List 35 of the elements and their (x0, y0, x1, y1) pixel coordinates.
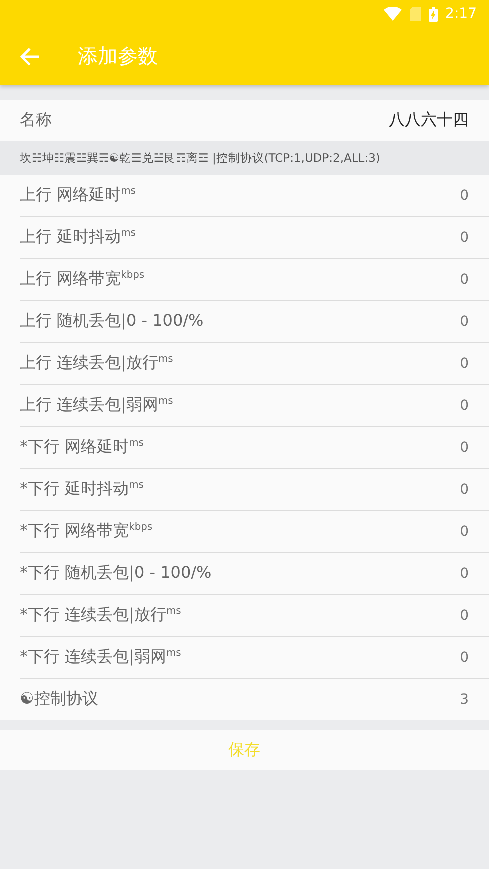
param-value[interactable]: 3 (460, 692, 469, 708)
param-value[interactable]: 0 (460, 356, 469, 372)
param-value[interactable]: 0 (460, 398, 469, 414)
no-sim-icon (410, 7, 421, 21)
param-value[interactable]: 0 (460, 188, 469, 204)
name-value[interactable]: 八八六十四 (389, 110, 469, 131)
param-label: 上行 网络带宽$^{kbps}$ (20, 269, 145, 290)
param-label: 上行 连续丢包|弱网$^{ms}$ (20, 395, 174, 416)
wifi-icon (384, 7, 402, 21)
param-value[interactable]: 0 (460, 314, 469, 330)
back-button[interactable] (20, 48, 40, 66)
param-label: *下行 延时抖动$^{ms}$ (20, 479, 144, 500)
param-value[interactable]: 0 (460, 524, 469, 540)
param-label: *下行 网络带宽$^{kbps}$ (20, 521, 153, 542)
param-label: *下行 连续丢包|弱网$^{ms}$ (20, 647, 182, 668)
param-label: 上行 网络延时$^{ms}$ (20, 185, 136, 206)
param-label: 上行 延时抖动$^{ms}$ (20, 227, 136, 248)
battery-icon (428, 6, 438, 22)
param-value[interactable]: 0 (460, 230, 469, 246)
param-value[interactable]: 0 (460, 650, 469, 666)
param-label: *下行 随机丢包|0 - 100/% (20, 563, 212, 584)
param-label: ☯控制协议 (20, 689, 98, 710)
param-label: *下行 连续丢包|放行$^{ms}$ (20, 605, 182, 626)
name-label: 名称 (20, 110, 52, 131)
section-header: 坎☵坤☷震☳巽☴☯乾☰兑☱艮☶离☲ |控制协议(TCP:1,UDP:2,ALL:3) (0, 141, 489, 175)
param-label: *下行 网络延时$^{ms}$ (20, 437, 144, 458)
screen-title: 添加参数 (78, 43, 158, 70)
param-value[interactable]: 0 (460, 566, 469, 582)
param-value[interactable]: 0 (460, 482, 469, 498)
param-value[interactable]: 0 (460, 608, 469, 624)
param-value[interactable]: 0 (460, 440, 469, 456)
param-label: 上行 随机丢包|0 - 100/% (20, 311, 204, 332)
status-time: 2:17 (446, 6, 477, 22)
param-label: 上行 连续丢包|放行$^{ms}$ (20, 353, 174, 374)
param-value[interactable]: 0 (460, 272, 469, 288)
